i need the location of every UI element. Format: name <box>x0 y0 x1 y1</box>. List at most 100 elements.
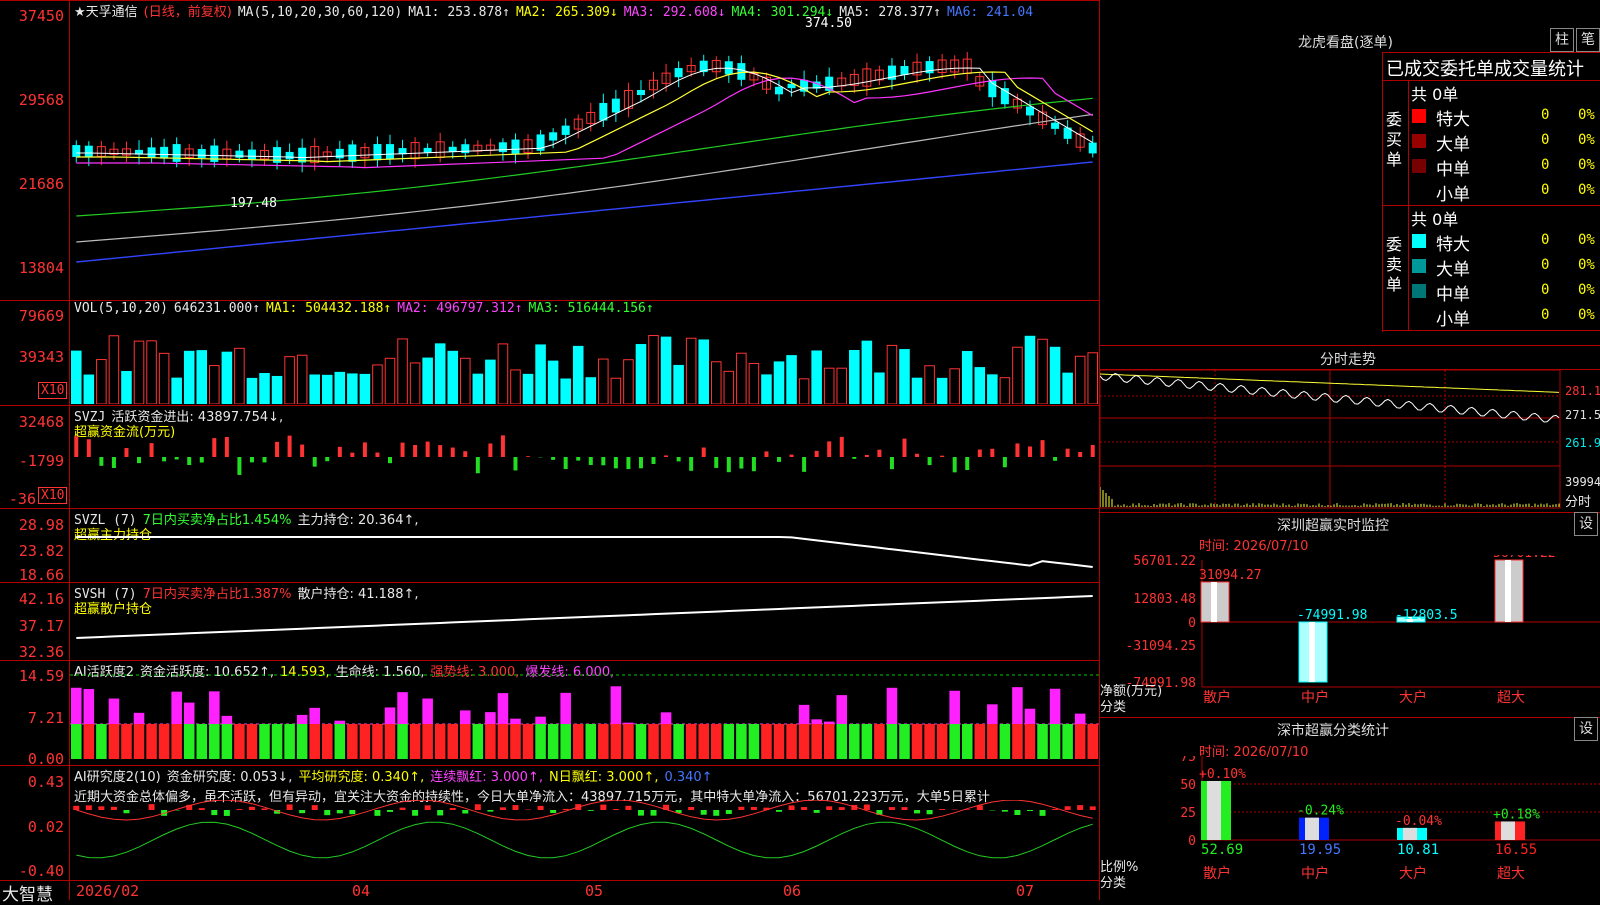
candle-body-down <box>286 152 294 159</box>
activity-bar <box>435 724 446 759</box>
activity-peak <box>623 723 634 724</box>
sz-monitor-tick: 0 <box>1188 616 1196 631</box>
research-bar <box>688 807 694 810</box>
research-bar <box>487 810 493 812</box>
sz-class-change: -0.24% <box>1297 804 1344 819</box>
research-bar <box>287 804 293 810</box>
sz-class-change: -0.04% <box>1395 814 1442 829</box>
activity-peak <box>937 686 948 724</box>
research-bar <box>638 810 644 816</box>
volume-bar <box>260 374 270 404</box>
sz-class-chart[interactable]: 7550250+0.10%52.69散户-0.24%19.95中户-0.04%1… <box>1100 756 1600 900</box>
ai2-chart[interactable] <box>70 800 1099 880</box>
activity-peak <box>749 699 760 724</box>
flow-bar <box>250 457 254 462</box>
activity-bar <box>987 724 998 759</box>
volume-chart[interactable] <box>70 316 1099 404</box>
sz-monitor-category: 超大 <box>1497 690 1525 706</box>
volume-bar <box>774 362 784 404</box>
ai1-chart[interactable] <box>70 661 1099 765</box>
svzl-chart[interactable] <box>70 509 1099 582</box>
activity-bar <box>247 724 258 759</box>
volume-bar <box>1013 347 1023 404</box>
vol-label: VOL(5,10,20) <box>74 301 168 316</box>
flow-bar <box>463 451 467 457</box>
order-color-swatch <box>1412 284 1426 298</box>
research-bar <box>299 810 305 813</box>
activity-bar <box>460 724 471 759</box>
volume-bar <box>360 374 370 404</box>
flow-bar <box>187 457 191 465</box>
activity-peak <box>724 697 735 724</box>
volume-bar <box>1075 356 1085 404</box>
activity-bar <box>648 724 659 759</box>
sz-class-category: 大户 <box>1399 865 1427 882</box>
research-bar <box>1027 810 1033 811</box>
sz-monitor-settings-button[interactable]: 设 <box>1574 512 1598 536</box>
ai2-label: AI研究度2(10) <box>74 770 161 785</box>
volume-bar <box>799 379 809 404</box>
sz-class-settings-button[interactable]: 设 <box>1574 717 1598 741</box>
candle-body-down <box>1051 123 1059 129</box>
order-size-label: 大单 <box>1436 255 1470 280</box>
volume-bar <box>837 368 847 404</box>
flow-bar <box>501 435 505 457</box>
order-percent: 0% <box>1578 232 1595 248</box>
volume-bar <box>611 378 621 404</box>
order-count: 0 <box>1541 132 1549 148</box>
volume-bar <box>247 378 257 404</box>
vol-ma1: MA1: 504432.188↑ <box>266 301 391 316</box>
flow-bar <box>137 457 141 463</box>
sell-total: 共 0单 <box>1411 206 1458 230</box>
flow-bar <box>1091 445 1095 457</box>
activity-peak <box>485 712 496 724</box>
activity-peak <box>761 715 772 724</box>
svsh-chart[interactable] <box>70 583 1099 660</box>
column-view-button[interactable]: 柱 <box>1550 28 1574 52</box>
intraday-vol-unit: 分时 <box>1565 491 1591 510</box>
order-percent: 0% <box>1578 257 1595 273</box>
intraday-chart[interactable] <box>1100 370 1600 510</box>
activity-bar <box>623 724 634 759</box>
activity-bar <box>71 724 82 759</box>
stroke-view-button[interactable]: 笔 <box>1576 28 1600 52</box>
sell-orders-label: 委卖单 <box>1386 235 1404 295</box>
activity-bar <box>686 724 697 759</box>
activity-peak <box>473 712 484 724</box>
volume-bar <box>1038 339 1048 404</box>
activity-peak <box>1000 707 1011 724</box>
activity-peak <box>309 708 320 724</box>
volume-bar <box>511 370 521 404</box>
svzl-axis-label: 23.82 <box>0 542 64 560</box>
research-bar <box>776 810 782 812</box>
research-bar <box>450 808 456 810</box>
ai2-axis-label: 0.43 <box>0 773 64 791</box>
activity-peak <box>686 699 697 724</box>
order-percent: 0% <box>1578 307 1595 323</box>
activity-peak <box>661 712 672 724</box>
candle-body-down <box>1026 107 1034 116</box>
research-bar <box>563 809 569 810</box>
flow-bar <box>112 457 116 468</box>
svzj-chart[interactable] <box>70 435 1099 507</box>
activity-bar <box>96 724 107 759</box>
activity-bar <box>109 724 120 759</box>
activity-peak <box>962 700 973 724</box>
flow-bar <box>438 445 442 457</box>
activity-peak <box>598 704 609 724</box>
sz-monitor-chart[interactable]: 56701.2212803.480-31094.25-74991.9831094… <box>1100 555 1600 715</box>
order-size-label: 小单 <box>1436 180 1470 205</box>
activity-peak <box>171 692 182 724</box>
activity-bar <box>887 724 898 759</box>
candle-body-down <box>373 144 381 160</box>
chart-area[interactable]: 37450 29568 21686 13804 ★天孚通信(日线，前复权)MA(… <box>0 0 1100 900</box>
ai2-t5: 0.340↑ <box>664 770 712 785</box>
order-count: 0 <box>1541 257 1549 273</box>
activity-peak <box>297 715 308 724</box>
candlestick-chart[interactable]: 374.50 197.48 <box>70 16 1099 300</box>
flow-bar <box>815 451 819 457</box>
research-bar <box>387 810 393 812</box>
research-bar <box>1002 810 1008 812</box>
volume-bar <box>235 348 245 404</box>
sz-monitor-tick: -31094.25 <box>1126 639 1196 654</box>
